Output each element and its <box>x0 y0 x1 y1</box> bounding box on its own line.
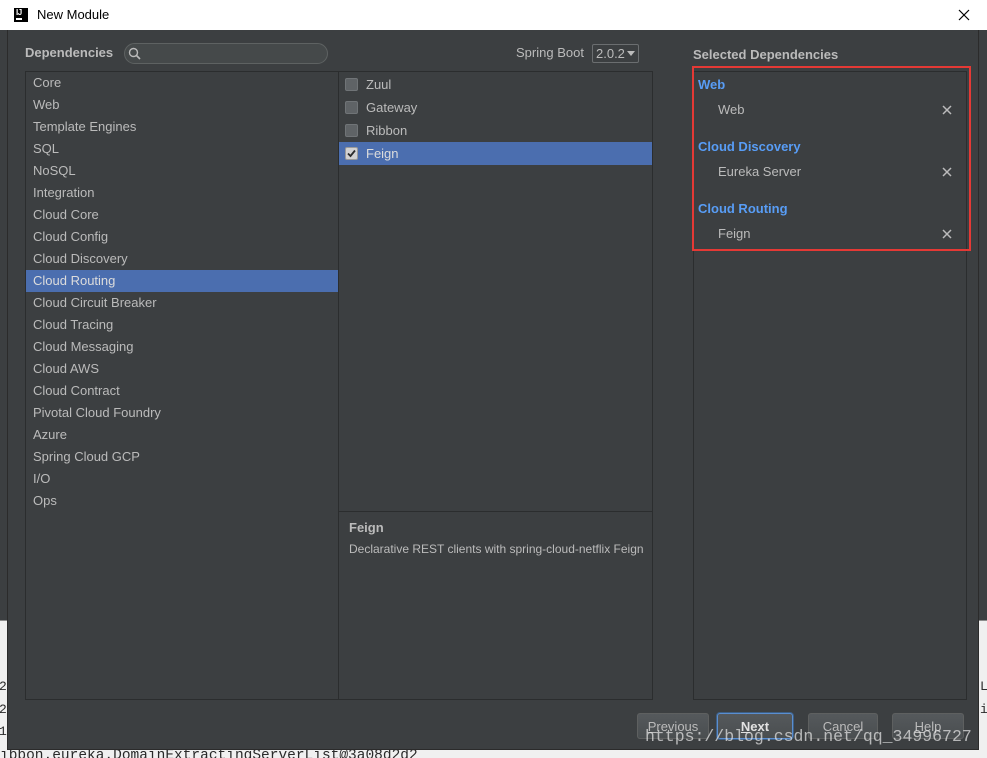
category-item-integration[interactable]: Integration <box>26 182 338 204</box>
category-item-template-engines[interactable]: Template Engines <box>26 116 338 138</box>
category-item-core[interactable]: Core <box>26 72 338 94</box>
category-item-web[interactable]: Web <box>26 94 338 116</box>
background-text-fragment: 1 <box>0 725 7 739</box>
category-list: Core Web Template Engines SQL NoSQL Integrati… <box>25 71 339 700</box>
search-field[interactable] <box>124 43 328 64</box>
background-console-left-edge: 2 2 1 <box>0 620 7 750</box>
category-item-cloud-discovery[interactable]: Cloud Discovery <box>26 248 338 270</box>
check-icon <box>347 149 356 158</box>
cancel-button[interactable]: Cancel <box>808 713 878 739</box>
background-text-fragment: i <box>980 703 987 717</box>
category-item-cloud-circuit-breaker[interactable]: Cloud Circuit Breaker <box>26 292 338 314</box>
spring-boot-version-dropdown[interactable]: 2.0.2 <box>592 44 639 63</box>
category-item-cloud-core[interactable]: Cloud Core <box>26 204 338 226</box>
dependency-list: Zuul Gateway Ribbon Feign <box>339 72 652 511</box>
background-console-line: ibbon.eureka.DomainExtractingServerList@… <box>0 750 987 758</box>
intellij-icon-bar <box>16 18 22 20</box>
dependency-checkbox[interactable] <box>345 78 358 91</box>
category-item-azure[interactable]: Azure <box>26 424 338 446</box>
close-icon <box>958 9 970 21</box>
chevron-down-icon <box>627 51 635 56</box>
category-item-cloud-tracing[interactable]: Cloud Tracing <box>26 314 338 336</box>
next-button-label: Next <box>740 718 770 734</box>
category-list-items: Core Web Template Engines SQL NoSQL Integrati… <box>26 72 338 512</box>
dependency-item-ribbon[interactable]: Ribbon <box>339 119 652 142</box>
help-button[interactable]: Help <box>892 713 964 739</box>
category-item-cloud-messaging[interactable]: Cloud Messaging <box>26 336 338 358</box>
dependency-checkbox[interactable] <box>345 101 358 114</box>
close-button[interactable] <box>944 0 984 30</box>
dependencies-label: Dependencies <box>25 45 114 60</box>
dependency-checkbox[interactable] <box>345 124 358 137</box>
cancel-button-label: Cancel <box>822 718 864 734</box>
dependency-panel: Zuul Gateway Ribbon Feign Feign Declarative… <box>338 71 653 700</box>
next-button[interactable]: Next <box>717 713 793 739</box>
spring-boot-label: Spring Boot <box>516 45 584 60</box>
description-text: Declarative REST clients with spring-clo… <box>349 542 644 556</box>
search-icon <box>128 47 141 60</box>
help-button-label: Help <box>914 718 942 734</box>
category-item-nosql[interactable]: NoSQL <box>26 160 338 182</box>
category-item-cloud-config[interactable]: Cloud Config <box>26 226 338 248</box>
dependency-description: Feign Declarative REST clients with spri… <box>339 511 652 699</box>
category-item-cloud-aws[interactable]: Cloud AWS <box>26 358 338 380</box>
category-item-ops[interactable]: Ops <box>26 490 338 512</box>
dependency-label: Gateway <box>366 100 418 115</box>
dependency-label: Feign <box>366 146 399 161</box>
category-item-i-o[interactable]: I/O <box>26 468 338 490</box>
dependency-item-zuul[interactable]: Zuul <box>339 73 652 96</box>
title-bar: IJ New Module <box>0 0 987 30</box>
dependency-item-feign[interactable]: Feign <box>339 142 652 165</box>
annotation-highlight-box <box>692 66 971 251</box>
selected-dependencies-label: Selected Dependencies <box>693 47 839 62</box>
previous-button[interactable]: Previous <box>637 713 709 739</box>
background-text-fragment: L <box>980 680 987 694</box>
background-text-fragment: 2 <box>0 703 7 717</box>
dependency-item-gateway[interactable]: Gateway <box>339 96 652 119</box>
category-item-cloud-routing[interactable]: Cloud Routing <box>26 270 338 292</box>
category-item-spring-cloud-gcp[interactable]: Spring Cloud GCP <box>26 446 338 468</box>
search-input[interactable] <box>147 45 319 62</box>
dependency-checkbox[interactable] <box>345 147 358 160</box>
category-item-cloud-contract[interactable]: Cloud Contract <box>26 380 338 402</box>
background-text-fragment: 2 <box>0 680 7 694</box>
dependency-label: Ribbon <box>366 123 408 138</box>
background-console-right-edge: Li <box>979 620 987 750</box>
intellij-icon-lettering: IJ <box>16 8 22 17</box>
spring-boot-version-value: 2.0.2 <box>596 46 625 61</box>
console-text: ibbon.eureka.DomainExtractingServerList@… <box>0 750 418 758</box>
dependency-label: Zuul <box>366 77 392 92</box>
description-title: Feign <box>349 520 384 535</box>
window-title: New Module <box>37 7 110 22</box>
category-item-sql[interactable]: SQL <box>26 138 338 160</box>
category-item-pivotal-cloud-foundry[interactable]: Pivotal Cloud Foundry <box>26 402 338 424</box>
previous-button-label: Previous <box>647 718 699 734</box>
intellij-icon: IJ <box>14 8 28 22</box>
